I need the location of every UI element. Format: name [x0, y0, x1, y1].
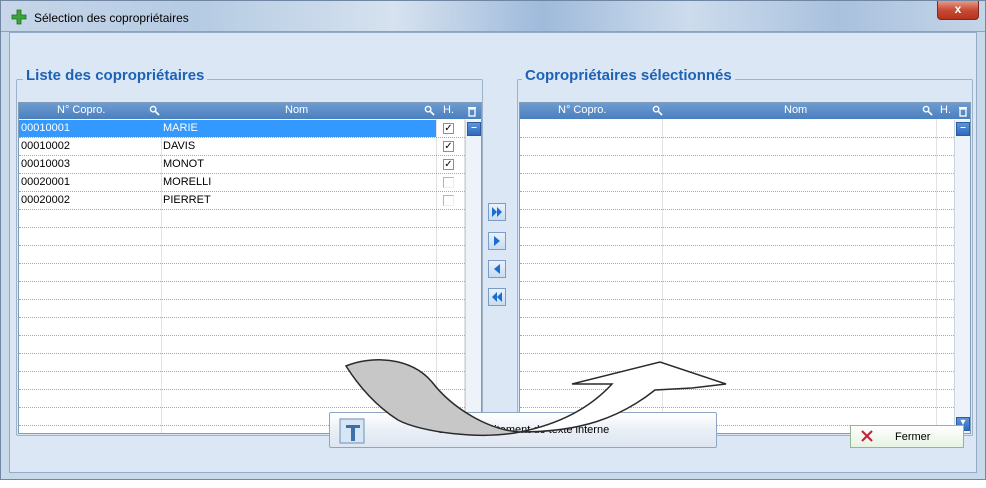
- col-header-h[interactable]: H.: [940, 104, 951, 116]
- empty-row: [19, 246, 465, 264]
- close-dialog-button[interactable]: Fermer: [850, 425, 964, 448]
- close-icon: [861, 430, 873, 442]
- col-header-nom[interactable]: Nom: [285, 104, 308, 116]
- word-processor-label: Ouvrir le traitement de texte interne: [436, 424, 610, 436]
- h-checkbox[interactable]: [443, 177, 454, 188]
- h-checkbox[interactable]: [443, 195, 454, 206]
- trash-icon[interactable]: [467, 105, 477, 117]
- title-bar[interactable]: Sélection des copropriétaires x: [1, 1, 985, 32]
- cell-nom: MORELLI: [163, 176, 212, 188]
- search-icon[interactable]: [652, 105, 663, 116]
- table-row[interactable]: 00010003 MONOT ✓: [19, 156, 465, 174]
- owners-table-scrollbar[interactable]: – ▾: [465, 120, 481, 433]
- close-label: Fermer: [895, 431, 931, 443]
- empty-row: [520, 246, 954, 264]
- empty-row: [520, 354, 954, 372]
- empty-row: [19, 300, 465, 318]
- open-word-processor-button[interactable]: Ouvrir le traitement de texte interne: [329, 412, 717, 448]
- empty-row: [520, 228, 954, 246]
- search-icon[interactable]: [149, 105, 160, 116]
- empty-row: [520, 192, 954, 210]
- col-header-nom[interactable]: Nom: [784, 104, 807, 116]
- empty-row: [520, 156, 954, 174]
- table-row[interactable]: 00020002 PIERRET: [19, 192, 465, 210]
- empty-row: [520, 390, 954, 408]
- owners-table[interactable]: N° Copro. Nom H. 00010001 MARIE ✓ 00010002 D…: [18, 102, 482, 434]
- cell-num: 00010002: [21, 140, 70, 152]
- owners-table-header: N° Copro. Nom H.: [19, 103, 481, 119]
- col-header-num[interactable]: N° Copro.: [558, 104, 606, 116]
- selected-owners-title: Copropriétaires sélectionnés: [522, 67, 735, 84]
- h-checkbox[interactable]: ✓: [443, 159, 454, 170]
- remove-all-button[interactable]: [488, 288, 506, 306]
- arrow-right-icon: [494, 236, 500, 246]
- cell-nom: DAVIS: [163, 140, 196, 152]
- cell-nom: MONOT: [163, 158, 204, 170]
- selected-table-header: N° Copro. Nom H.: [520, 103, 970, 119]
- cell-num: 00020001: [21, 176, 70, 188]
- empty-row: [520, 174, 954, 192]
- empty-row: [19, 282, 465, 300]
- empty-row: [520, 264, 954, 282]
- col-header-num[interactable]: N° Copro.: [57, 104, 105, 116]
- dialog-client-area: Liste des copropriétaires N° Copro. Nom …: [9, 32, 977, 473]
- double-arrow-right-icon: [492, 207, 502, 217]
- owners-list-title: Liste des copropriétaires: [23, 67, 208, 84]
- table-row[interactable]: 00020001 MORELLI: [19, 174, 465, 192]
- table-row[interactable]: 00010001 MARIE ✓: [19, 120, 465, 138]
- selected-table-scrollbar[interactable]: – ▾: [954, 120, 970, 433]
- green-cross-icon: [11, 9, 27, 25]
- empty-row: [19, 354, 465, 372]
- window-close-button[interactable]: x: [937, 1, 979, 20]
- cell-num: 00020002: [21, 194, 70, 206]
- col-header-h[interactable]: H.: [443, 104, 454, 116]
- h-checkbox[interactable]: ✓: [443, 141, 454, 152]
- cell-nom: MARIE: [161, 120, 436, 137]
- add-all-button[interactable]: [488, 203, 506, 221]
- trash-icon[interactable]: [958, 105, 968, 117]
- table-row[interactable]: 00010002 DAVIS ✓: [19, 138, 465, 156]
- empty-row: [520, 336, 954, 354]
- empty-row: [19, 336, 465, 354]
- add-one-button[interactable]: [488, 232, 506, 250]
- empty-row: [520, 318, 954, 336]
- cell-nom: PIERRET: [163, 194, 211, 206]
- empty-row: [19, 210, 465, 228]
- remove-one-button[interactable]: [488, 260, 506, 278]
- bottom-strip: [0, 480, 986, 488]
- search-icon[interactable]: [424, 105, 435, 116]
- empty-row: [19, 228, 465, 246]
- window-title: Sélection des copropriétaires: [34, 11, 189, 25]
- selected-owners-table[interactable]: N° Copro. Nom H. – ▾: [519, 102, 971, 434]
- empty-row: [520, 372, 954, 390]
- empty-row: [520, 210, 954, 228]
- empty-row: [19, 390, 465, 408]
- empty-row: [19, 372, 465, 390]
- empty-row: [520, 282, 954, 300]
- arrow-left-icon: [494, 264, 500, 274]
- empty-row: [520, 120, 954, 138]
- empty-row: [19, 264, 465, 282]
- cell-num: 00010001: [19, 120, 161, 137]
- dialog-window: Sélection des copropriétaires x Liste de…: [0, 0, 986, 480]
- collapse-button[interactable]: –: [467, 122, 481, 136]
- double-arrow-left-icon: [492, 292, 502, 302]
- empty-row: [520, 300, 954, 318]
- empty-row: [19, 318, 465, 336]
- cell-num: 00010003: [21, 158, 70, 170]
- search-icon[interactable]: [922, 105, 933, 116]
- h-checkbox[interactable]: ✓: [443, 123, 454, 134]
- collapse-button[interactable]: –: [956, 122, 970, 136]
- empty-row: [520, 138, 954, 156]
